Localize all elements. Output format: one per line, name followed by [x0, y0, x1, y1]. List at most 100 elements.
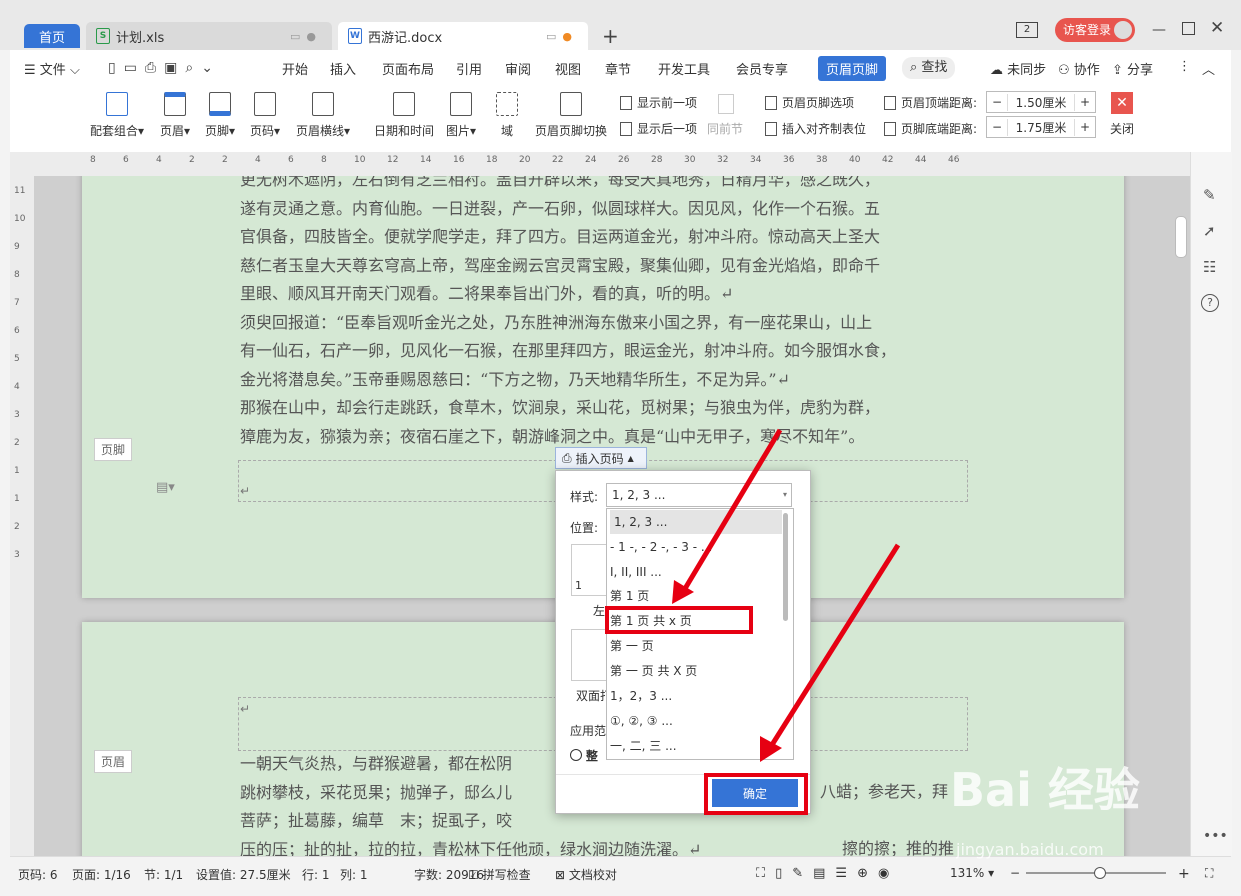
style-option-7[interactable]: 第 一 页 共 X 页	[610, 659, 778, 683]
footer-tag[interactable]: 页脚	[94, 438, 133, 461]
tab-controls-icon[interactable]: ▭●	[546, 30, 578, 43]
style-option-6[interactable]: 第 一 页	[610, 634, 778, 658]
share-button[interactable]: ⇪ 分享	[1112, 59, 1153, 78]
footer-bottom-spinner[interactable]: −1.75厘米 +	[986, 116, 1096, 138]
menu-member[interactable]: 会员专享	[736, 59, 788, 78]
vertical-ruler[interactable]: 11 10 9 8 7 6 5 4 3 2 1 1 2 3	[10, 176, 34, 856]
more-dots-icon[interactable]: •••	[1203, 828, 1228, 844]
tab-docx[interactable]: W 西游记.docx ▭●	[338, 22, 588, 50]
close-header-footer-button[interactable]: ✕ 关闭	[1110, 92, 1134, 137]
more-icon[interactable]: ⋮	[1178, 59, 1191, 74]
tab-stop-icon	[765, 121, 777, 136]
page-number-button[interactable]: 页码▾	[250, 92, 280, 139]
tab-controls-icon[interactable]: ▭●	[290, 30, 322, 43]
collaborate-button[interactable]: ⚇ 协作	[1058, 59, 1100, 78]
text-line: 须臾回报道：“臣奉旨观听金光之处，乃东胜神洲海东傲来小国之界，有一座花果山，山上	[240, 312, 873, 332]
vruler-tick-label: 2	[14, 438, 20, 448]
header-footer-options-button[interactable]: 页眉页脚选项	[765, 94, 854, 111]
guest-login-button[interactable]: 访客登录	[1055, 18, 1135, 42]
header-line-button[interactable]: 页眉横线▾	[296, 92, 350, 139]
style-option-3[interactable]: I, II, III ...	[610, 560, 778, 584]
position-preview-left[interactable]: 1	[571, 544, 609, 596]
calendar-icon	[393, 92, 415, 116]
checkbox-icon: ☑	[468, 868, 479, 882]
cloud-icon: ☁	[990, 63, 1003, 78]
menu-page-layout[interactable]: 页面布局	[382, 59, 434, 78]
proofread-button[interactable]: ⊠ 文档校对	[555, 866, 617, 883]
tab-home[interactable]: 首页	[24, 24, 80, 48]
header-tag[interactable]: 页眉	[94, 750, 133, 773]
style-option-4[interactable]: 第 1 页	[610, 584, 778, 608]
combo-button[interactable]: 配套组合▾	[90, 92, 144, 139]
maximize-icon[interactable]	[1182, 22, 1195, 35]
date-time-button[interactable]: 日期和时间	[374, 92, 434, 139]
window-count-badge[interactable]: 2	[1016, 22, 1038, 38]
increment-icon[interactable]: +	[1075, 120, 1095, 134]
help-icon[interactable]: ?	[1201, 294, 1219, 312]
sliders-icon[interactable]: ☷	[1203, 258, 1216, 276]
menu-header-footer[interactable]: 页眉页脚	[818, 56, 887, 81]
header-footer-switch-label: 页眉页脚切换	[535, 124, 608, 138]
header-footer-switch-button[interactable]: 页眉页脚切换	[535, 92, 607, 139]
menu-start[interactable]: 开始	[282, 59, 308, 78]
close-window-icon[interactable]: ✕	[1210, 18, 1224, 38]
position-label: 位置:	[570, 521, 599, 535]
same-as-prev-button[interactable]: 同前节	[707, 120, 743, 137]
view-mode-icons[interactable]: ⛶▯✎▤☰⊕◉	[756, 866, 899, 881]
ruler-tick-label: 34	[750, 155, 762, 165]
style-option-2[interactable]: - 1 -, - 2 -, - 3 - ...	[610, 535, 778, 559]
page-number-icon: ⎙	[562, 450, 572, 465]
menu-references[interactable]: 引用	[456, 59, 482, 78]
style-select[interactable]: 1, 2, 3 ... ▾	[606, 483, 792, 507]
increment-icon[interactable]: +	[1075, 95, 1095, 109]
fit-page-icon[interactable]: ⛶	[1205, 866, 1213, 881]
style-option-8[interactable]: 1，2，3 ...	[610, 684, 778, 708]
dropdown-scrollbar[interactable]	[783, 513, 788, 621]
footer-button[interactable]: 页脚▾	[205, 92, 235, 139]
quick-access-icons[interactable]: ▯▭⎙▣⌕⌄	[108, 60, 221, 76]
collapse-ribbon-icon[interactable]: ︿	[1202, 59, 1215, 78]
show-prev-button[interactable]: 显示前一项	[620, 94, 697, 111]
menu-bar: ☰ 文件 ⌵ ▯▭⎙▣⌕⌄ 开始 插入 页面布局 引用 审阅 视图 章节 开发工…	[10, 50, 1231, 87]
style-option-9[interactable]: ①, ②, ③ ...	[610, 709, 778, 733]
minimize-icon[interactable]: —	[1152, 22, 1166, 38]
status-page-code[interactable]: 页码: 6	[18, 866, 58, 883]
new-tab-button[interactable]: +	[602, 24, 619, 48]
cursor-icon[interactable]: ➚	[1203, 222, 1216, 240]
menu-developer[interactable]: 开发工具	[658, 59, 710, 78]
status-row[interactable]: 行: 1	[302, 866, 330, 883]
menu-chapter[interactable]: 章节	[605, 59, 631, 78]
decrement-icon[interactable]: −	[987, 120, 1007, 134]
pen-icon[interactable]: ✎	[1203, 186, 1216, 204]
insert-page-number-button[interactable]: ⎙ 插入页码 ▲	[555, 447, 647, 469]
spell-check-button[interactable]: ☑ 拼写检查	[468, 866, 531, 883]
style-option-1[interactable]: 1, 2, 3 ...	[610, 510, 782, 534]
menu-file[interactable]: ☰ 文件 ⌵	[24, 59, 80, 78]
field-button[interactable]: 域	[496, 92, 518, 139]
menu-insert[interactable]: 插入	[330, 59, 356, 78]
header-top-value[interactable]: 1.50厘米	[1007, 93, 1075, 111]
status-col[interactable]: 列: 1	[340, 866, 368, 883]
show-next-button[interactable]: 显示后一项	[620, 120, 697, 137]
menu-view[interactable]: 视图	[555, 59, 581, 78]
menu-review[interactable]: 审阅	[505, 59, 531, 78]
position-preview-double[interactable]	[571, 629, 609, 681]
header-button[interactable]: 页眉▾	[160, 92, 190, 139]
horizontal-ruler[interactable]: 8 6 4 2 2 4 6 8 10 12 14 16 18 20 22 24 26 28 30 32 34 36 38 40…	[10, 152, 1190, 177]
status-page[interactable]: 页面: 1/16	[72, 866, 131, 883]
style-option-10[interactable]: 一, 二, 三 ...	[610, 734, 778, 758]
header-paragraph-mark: ↵	[240, 702, 251, 716]
decrement-icon[interactable]: −	[987, 95, 1007, 109]
search-button[interactable]: ⌕ 查找	[902, 57, 956, 79]
sync-status[interactable]: ☁ 未同步	[990, 59, 1046, 78]
footer-doc-icon[interactable]: ▤▾	[156, 480, 175, 495]
picture-button[interactable]: 图片▾	[446, 92, 476, 139]
status-setting[interactable]: 设置值: 27.5厘米	[196, 866, 291, 883]
tab-xls[interactable]: S 计划.xls ▭●	[86, 22, 332, 50]
insert-align-tab-button[interactable]: 插入对齐制表位	[765, 120, 866, 137]
footer-bottom-value[interactable]: 1.75厘米	[1007, 118, 1075, 136]
scrollbar-thumb[interactable]	[1175, 216, 1187, 258]
header-top-spinner[interactable]: −1.50厘米 +	[986, 91, 1096, 113]
whole-document-radio[interactable]: 整	[570, 747, 598, 764]
status-section[interactable]: 节: 1/1	[144, 866, 183, 883]
